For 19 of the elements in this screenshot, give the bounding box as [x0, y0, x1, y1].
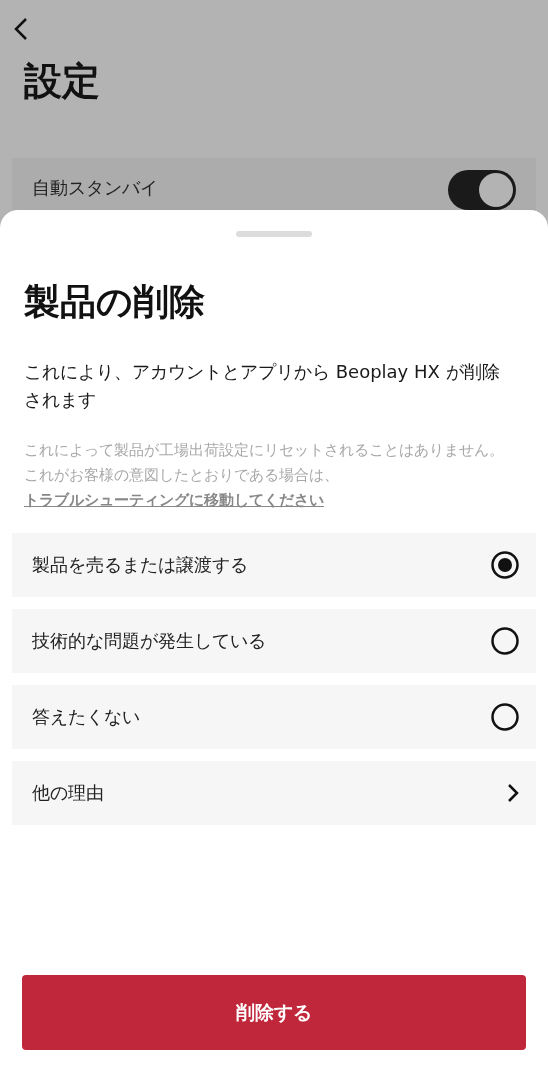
reason-option[interactable]: 他の理由	[12, 760, 536, 825]
sheet-description: これにより、アカウントとアプリから Beoplay HX が削除されます	[23, 359, 501, 412]
reason-option[interactable]: 技術的な問題が発生している	[12, 608, 536, 673]
toggle-switch[interactable]	[448, 169, 516, 210]
radio-empty-icon	[490, 625, 520, 656]
reset-note: これによって製品が工場出荷設定にリセットされることはありません。	[24, 439, 505, 461]
reason-option[interactable]: 答えたくない	[12, 684, 536, 749]
intent-note: これがお客様の意図したとおりである場合は、	[24, 464, 340, 486]
page-title: 設定	[23, 58, 101, 105]
sheet-handle[interactable]	[236, 230, 312, 237]
radio-checked-icon	[490, 549, 520, 580]
chevron-right-icon	[506, 781, 520, 804]
troubleshooting-link[interactable]: トラブルシューティングに移動してください	[24, 490, 324, 509]
radio-empty-icon	[490, 701, 520, 732]
reason-option[interactable]: 製品を売るまたは譲渡する	[12, 532, 536, 597]
delete-button[interactable]: 削除する	[22, 975, 526, 1050]
setting-label: 自動スタンバイ	[32, 175, 158, 200]
sheet-title: 製品の削除	[23, 279, 206, 324]
back-icon[interactable]	[12, 16, 30, 42]
